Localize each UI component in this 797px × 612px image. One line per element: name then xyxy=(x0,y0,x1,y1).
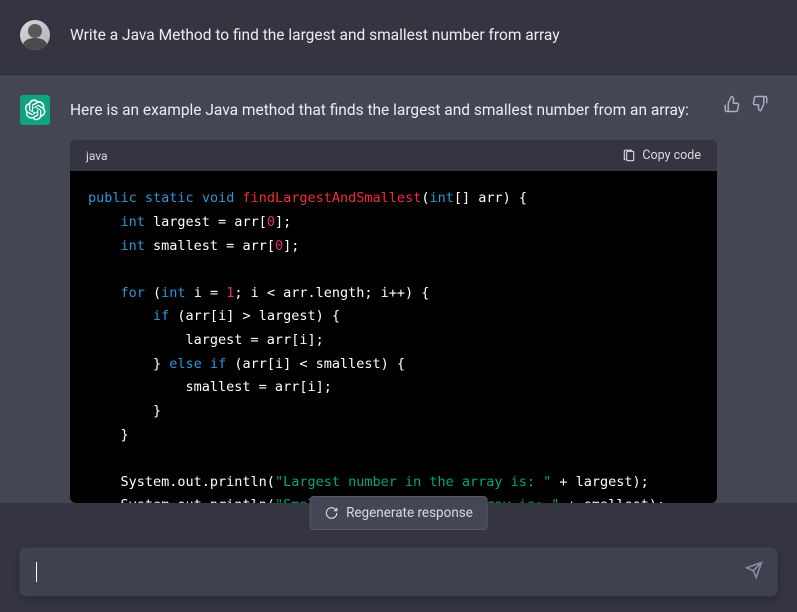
code-content[interactable]: public static void findLargestAndSmalles… xyxy=(70,171,717,503)
thumbs-down-button[interactable] xyxy=(751,95,769,113)
regenerate-label: Regenerate response xyxy=(346,505,473,521)
user-message-text: Write a Java Method to find the largest … xyxy=(70,20,777,50)
assistant-intro-text: Here is an example Java method that find… xyxy=(70,95,717,122)
text-cursor xyxy=(36,562,37,582)
user-message-row: Write a Java Method to find the largest … xyxy=(0,0,797,75)
assistant-content: Here is an example Java method that find… xyxy=(70,95,777,503)
clipboard-icon xyxy=(622,149,636,163)
assistant-avatar xyxy=(20,95,50,125)
feedback-buttons xyxy=(723,95,769,113)
copy-code-button[interactable]: Copy code xyxy=(622,148,701,163)
message-input[interactable] xyxy=(20,548,777,596)
code-block-header: java Copy code xyxy=(70,140,717,171)
user-avatar xyxy=(20,20,50,50)
thumbs-up-button[interactable] xyxy=(723,95,741,113)
send-button[interactable] xyxy=(745,561,763,583)
copy-code-label: Copy code xyxy=(642,148,701,163)
code-block: java Copy code public static void findLa… xyxy=(70,140,717,503)
regenerate-button[interactable]: Regenerate response xyxy=(309,496,488,530)
thumbs-up-icon xyxy=(723,95,741,113)
thumbs-down-icon xyxy=(751,95,769,113)
assistant-message-row: Here is an example Java method that find… xyxy=(0,75,797,503)
code-language-label: java xyxy=(86,149,108,163)
send-icon xyxy=(745,561,763,579)
refresh-icon xyxy=(324,506,338,520)
